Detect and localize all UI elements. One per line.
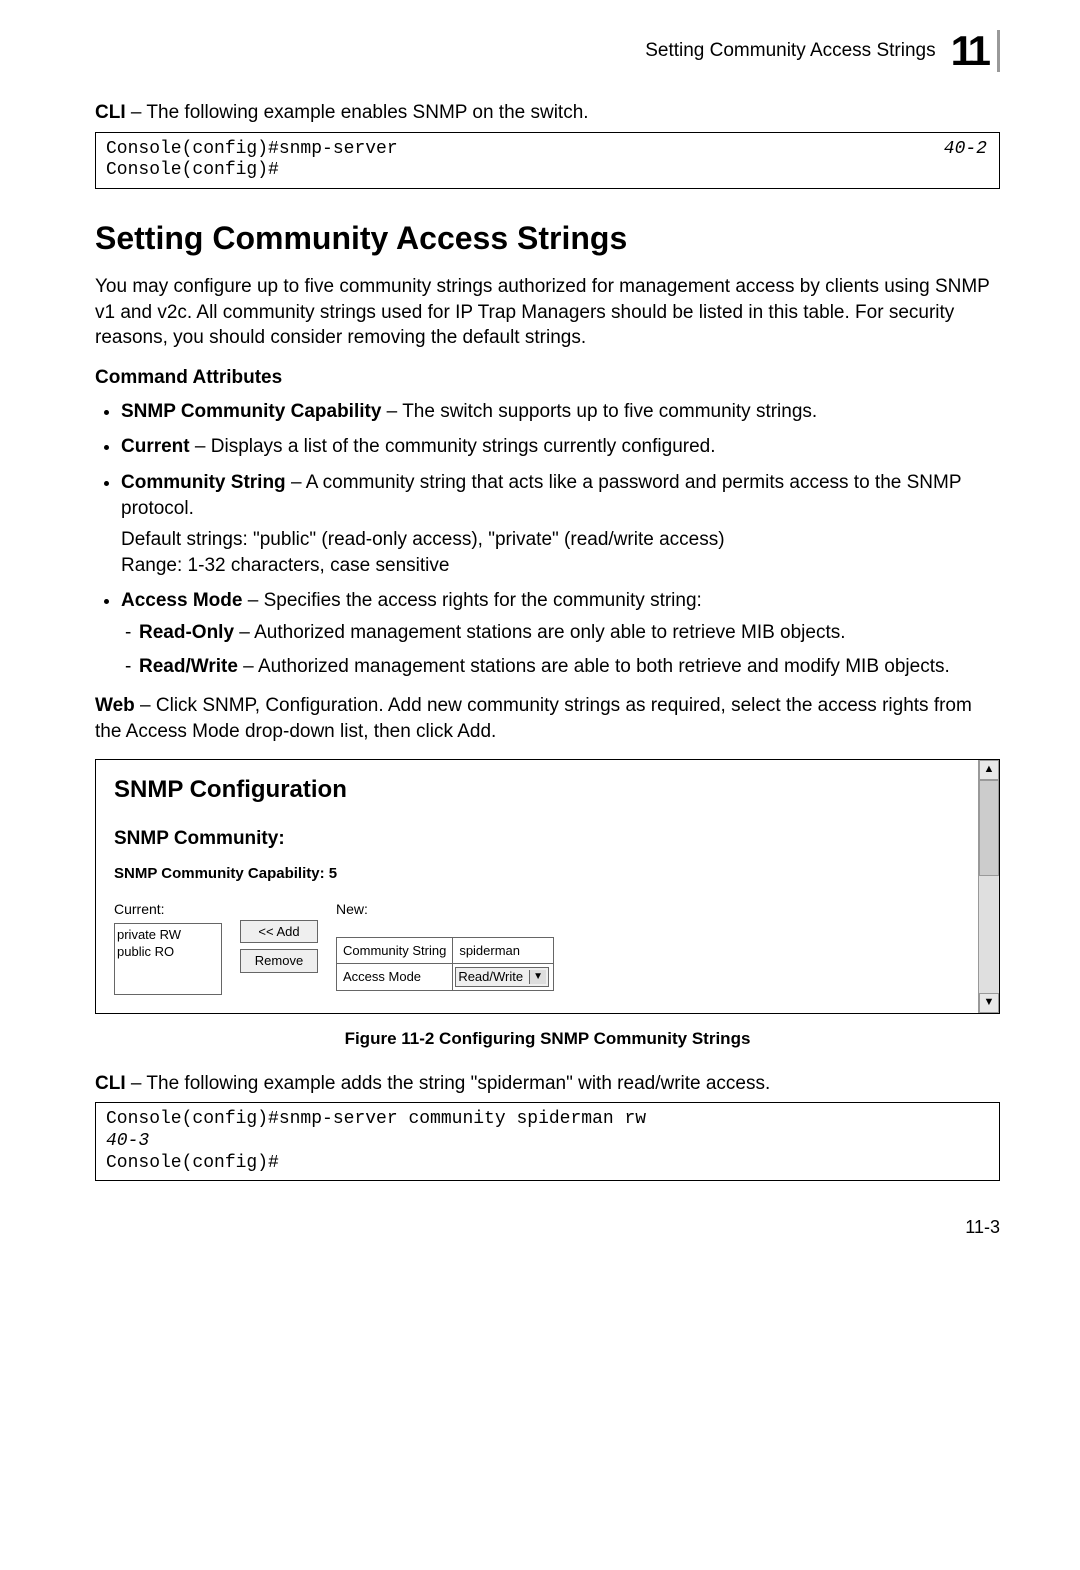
add-button[interactable]: << Add: [240, 920, 318, 944]
new-entry-form: Community String Access Mode Read/Write …: [336, 937, 554, 991]
community-capability: SNMP Community Capability: 5: [114, 864, 966, 884]
chapter-number: 11: [951, 30, 1000, 72]
access-mode-select[interactable]: Read/Write ▼: [455, 967, 549, 987]
remove-button[interactable]: Remove: [240, 949, 318, 973]
snmp-config-screenshot: SNMP Configuration SNMP Community: SNMP …: [95, 759, 1000, 1014]
code-line: Console(config)#: [106, 160, 989, 182]
cli-intro-2: CLI – The following example adds the str…: [95, 1071, 1000, 1097]
code-line: Console(config)#snmp-server: [106, 139, 989, 161]
list-item[interactable]: private RW: [117, 926, 219, 944]
current-listbox[interactable]: private RW public RO: [114, 923, 222, 995]
snmp-community-heading: SNMP Community:: [114, 826, 966, 852]
cli-prefix: CLI: [95, 102, 126, 123]
screenshot-title: SNMP Configuration: [114, 774, 966, 806]
list-item: Community String – A community string th…: [121, 470, 1000, 579]
scroll-down-icon[interactable]: ▼: [979, 993, 999, 1013]
scroll-thumb[interactable]: [979, 780, 999, 876]
scroll-up-icon[interactable]: ▲: [979, 760, 999, 780]
web-prefix: Web: [95, 695, 135, 716]
intro-paragraph: You may configure up to five community s…: [95, 274, 1000, 351]
section-title: Setting Community Access Strings: [95, 217, 1000, 260]
list-item: Read/Write – Authorized management stati…: [139, 654, 1000, 680]
list-item: Access Mode – Specifies the access right…: [121, 588, 1000, 679]
code-block-2: Console(config)#snmp-server community sp…: [95, 1102, 1000, 1181]
new-label: New:: [336, 900, 554, 919]
community-string-input[interactable]: [459, 943, 547, 958]
current-label: Current:: [114, 900, 222, 919]
list-item: SNMP Community Capability – The switch s…: [121, 399, 1000, 425]
running-head: Setting Community Access Strings: [645, 38, 935, 64]
cli-prefix: CLI: [95, 1073, 126, 1094]
figure-caption: Figure 11-2 Configuring SNMP Community S…: [95, 1028, 1000, 1051]
web-instructions: Web – Click SNMP, Configuration. Add new…: [95, 693, 1000, 744]
list-item[interactable]: public RO: [117, 943, 219, 961]
page-header: Setting Community Access Strings 11: [95, 30, 1000, 72]
attributes-list: SNMP Community Capability – The switch s…: [95, 399, 1000, 680]
code-ref-inline: 40-3: [106, 1131, 989, 1153]
command-attributes-heading: Command Attributes: [95, 365, 1000, 391]
cli-desc: – The following example enables SNMP on …: [126, 102, 589, 123]
community-string-label: Community String: [337, 937, 453, 964]
list-item: Read-Only – Authorized management statio…: [139, 620, 1000, 646]
cli-intro-1: CLI – The following example enables SNMP…: [95, 100, 1000, 126]
access-mode-label: Access Mode: [337, 964, 453, 991]
sub-list: Read-Only – Authorized management statio…: [121, 620, 1000, 679]
range-note: Range: 1-32 characters, case sensitive: [121, 553, 1000, 579]
list-item: Current – Displays a list of the communi…: [121, 434, 1000, 460]
scrollbar[interactable]: ▲ ▼: [978, 760, 999, 1013]
scroll-track[interactable]: [979, 780, 999, 993]
chevron-down-icon: ▼: [529, 970, 546, 984]
code-ref: 40-2: [944, 139, 987, 161]
default-strings-note: Default strings: "public" (read-only acc…: [121, 527, 1000, 553]
page-number: 11-3: [95, 1215, 1000, 1239]
code-line: Console(config)#: [106, 1153, 989, 1175]
code-line: Console(config)#snmp-server community sp…: [106, 1109, 989, 1131]
code-block-1: Console(config)#snmp-server Console(conf…: [95, 132, 1000, 189]
